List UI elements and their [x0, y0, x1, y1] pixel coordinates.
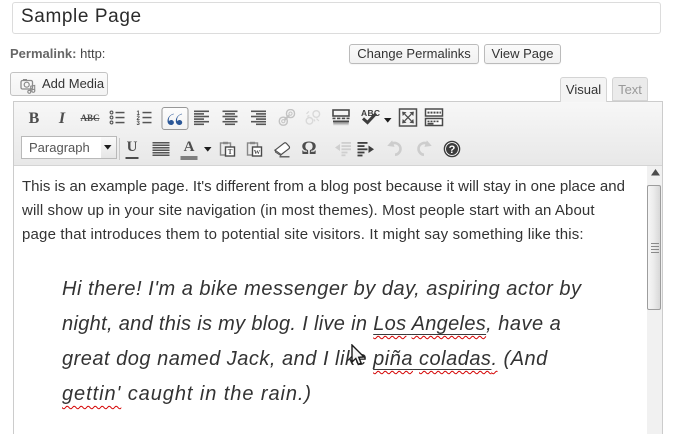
svg-text:ABC: ABC: [361, 108, 380, 118]
svg-text:?: ?: [449, 144, 456, 156]
svg-text:W: W: [254, 149, 261, 156]
svg-text:T: T: [228, 148, 233, 156]
svg-text:3: 3: [137, 121, 141, 126]
